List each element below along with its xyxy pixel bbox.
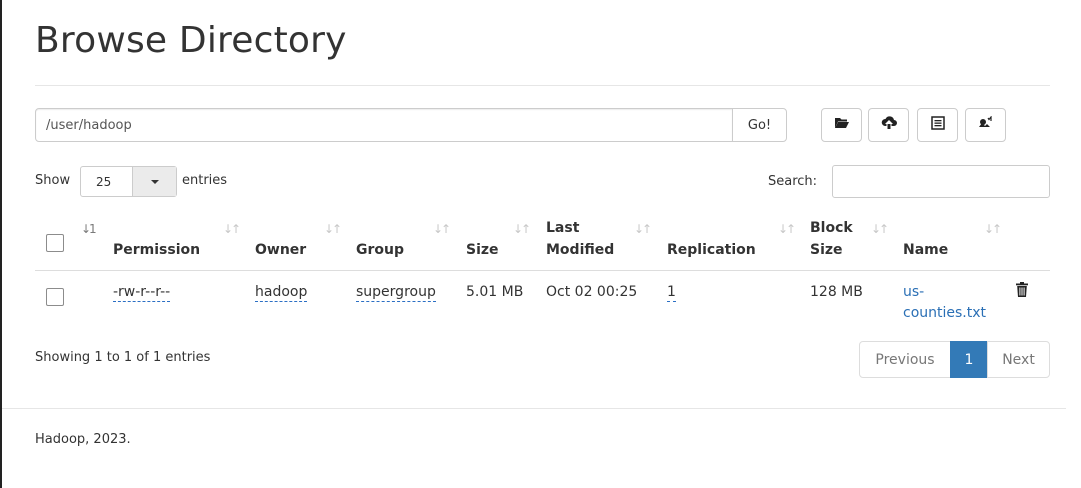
col-block-size-line2[interactable]: Size [810,242,843,258]
sort-icon[interactable]: ↓↑ [984,222,1002,236]
col-owner[interactable]: Owner [255,242,306,258]
search-label: Search: [768,174,818,189]
sort-icon[interactable]: ↓↑ [324,222,342,236]
trash-icon[interactable] [1016,282,1028,301]
page-length-value: 25 [96,175,112,189]
paste-icon [978,115,994,134]
sort-asc-icon[interactable]: ↓1 [81,222,97,236]
header-divider [35,270,1050,271]
col-permission[interactable]: Permission [113,242,200,258]
paste-button[interactable] [965,108,1006,142]
create-directory-button[interactable] [821,108,862,142]
sort-icon[interactable]: ↓↑ [433,222,451,236]
permission-cell[interactable]: -rw-r--r-- [113,284,171,302]
block-size-cell: 128 MB [810,284,863,300]
sort-icon[interactable]: ↓↑ [634,222,652,236]
go-button[interactable]: Go! [732,108,787,142]
upload-files-button[interactable] [868,108,909,142]
col-size[interactable]: Size [466,242,499,258]
size-cell: 5.01 MB [466,284,524,300]
folder-open-icon [834,116,850,134]
col-last-modified-line1[interactable]: Last [546,220,579,236]
sort-icon[interactable]: ↓↑ [871,222,889,236]
sort-icon[interactable]: ↓↑ [223,222,241,236]
owner-cell[interactable]: hadoop [255,284,308,302]
next-page-button[interactable]: Next [987,341,1050,378]
previous-page-button[interactable]: Previous [859,341,951,378]
row-checkbox[interactable] [46,288,64,306]
page-1-button[interactable]: 1 [950,341,988,378]
caret-down-icon [151,180,159,184]
search-input[interactable] [832,165,1050,198]
last-modified-cell: Oct 02 00:25 [546,284,638,300]
window-border [0,0,2,488]
show-label: Show [35,173,71,188]
group-cell[interactable]: supergroup [356,284,436,302]
page-length-select[interactable]: 25 [80,166,177,197]
replication-cell[interactable]: 1 [667,284,676,302]
file-name-link-line1[interactable]: us- [903,284,924,300]
list-alt-icon [930,116,945,134]
page-length-dropdown[interactable] [132,167,176,196]
sort-icon[interactable]: ↓↑ [778,222,796,236]
page-title: Browse Directory [35,20,347,61]
file-name-link-line2[interactable]: counties.txt [903,305,986,321]
title-divider [35,85,1050,86]
col-replication[interactable]: Replication [667,242,756,258]
table-info: Showing 1 to 1 of 1 entries [35,350,211,365]
footer-divider [2,408,1066,409]
entries-label: entries [182,173,228,188]
cut-paste-button[interactable] [917,108,958,142]
col-name[interactable]: Name [903,242,948,258]
footer-text: Hadoop, 2023. [35,432,131,447]
select-all-checkbox[interactable] [46,234,64,252]
upload-icon [881,116,897,134]
col-group[interactable]: Group [356,242,404,258]
directory-path-input[interactable] [35,108,733,142]
sort-icon[interactable]: ↓↑ [513,222,531,236]
col-last-modified-line2[interactable]: Modified [546,242,614,258]
col-block-size-line1[interactable]: Block [810,220,853,236]
